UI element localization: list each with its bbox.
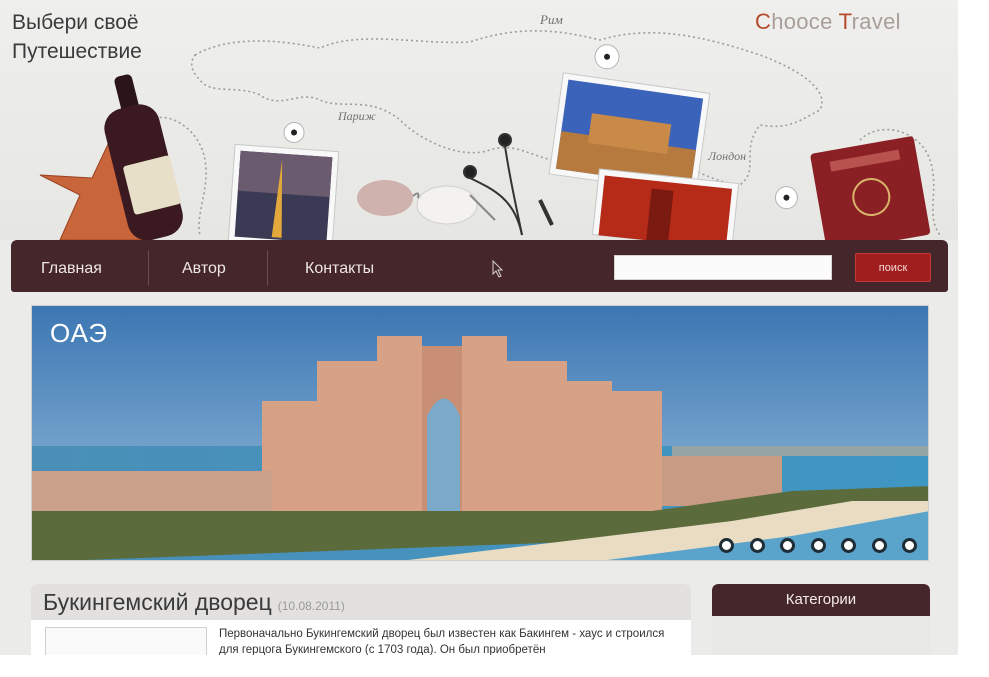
window-margin-right	[958, 0, 989, 677]
tagline-line-2: Путешествие	[12, 40, 142, 63]
slider-dot[interactable]	[780, 538, 795, 553]
logo-letter-c: C	[755, 9, 772, 34]
slider-dot[interactable]	[841, 538, 856, 553]
article-excerpt: Первоначально Букингемский дворец был из…	[219, 628, 665, 655]
article-title[interactable]: Букингемский дворец (10.08.2011)	[43, 589, 345, 616]
nav-author[interactable]: Автор	[182, 240, 226, 292]
slider-dot[interactable]	[902, 538, 917, 553]
logo-text-1: hooce	[771, 9, 839, 34]
mouse-cursor-icon	[492, 260, 504, 278]
categories-title: Категории	[712, 584, 930, 616]
slide-caption: ОАЭ	[50, 318, 109, 348]
nav-divider	[267, 250, 268, 286]
article-title-text[interactable]: Букингемский дворец	[43, 589, 272, 615]
passport-image	[810, 136, 931, 240]
map-label-paris: Париж	[337, 109, 376, 123]
earphones-image	[463, 133, 554, 236]
logo-letter-t: T	[838, 9, 852, 34]
nav-divider	[148, 250, 149, 286]
nav-contacts[interactable]: Контакты	[305, 240, 374, 292]
image-slider: ОАЭ	[31, 305, 929, 561]
search-button[interactable]: поиск	[855, 253, 931, 282]
window-margin-bottom	[0, 655, 989, 677]
header: Рим Париж Лондон Выбери своё Путешествие…	[0, 0, 958, 240]
search-input[interactable]	[614, 255, 832, 280]
map-label-rome: Рим	[539, 12, 563, 27]
main-navigation: Главная Автор Контакты поиск	[11, 240, 948, 292]
site-logo[interactable]: Chooce Travel	[755, 9, 901, 35]
article-card: Букингемский дворец (10.08.2011) Первонач…	[31, 584, 691, 655]
map-label-london: Лондон	[707, 149, 746, 163]
slider-dot[interactable]	[719, 538, 734, 553]
slider-dot[interactable]	[811, 538, 826, 553]
site-tagline: Выбери своё Путешествие	[12, 8, 212, 66]
categories-sidebar: Категории	[712, 584, 930, 655]
rome-photo-image	[548, 44, 711, 196]
logo-text-2: ravel	[851, 9, 901, 34]
article-header: Букингемский дворец (10.08.2011)	[31, 584, 691, 620]
categories-list	[712, 616, 930, 655]
slider-dot[interactable]	[872, 538, 887, 553]
page: Рим Париж Лондон Выбери своё Путешествие…	[0, 0, 958, 655]
article-thumbnail[interactable]	[45, 627, 207, 655]
sunglasses-image	[357, 180, 496, 225]
tagline-line-1: Выбери своё	[12, 11, 139, 34]
slide-image	[32, 306, 928, 560]
nav-home[interactable]: Главная	[41, 240, 102, 292]
paris-photo-image	[227, 121, 340, 240]
slider-dot[interactable]	[750, 538, 765, 553]
article-date: (10.08.2011)	[277, 599, 345, 613]
